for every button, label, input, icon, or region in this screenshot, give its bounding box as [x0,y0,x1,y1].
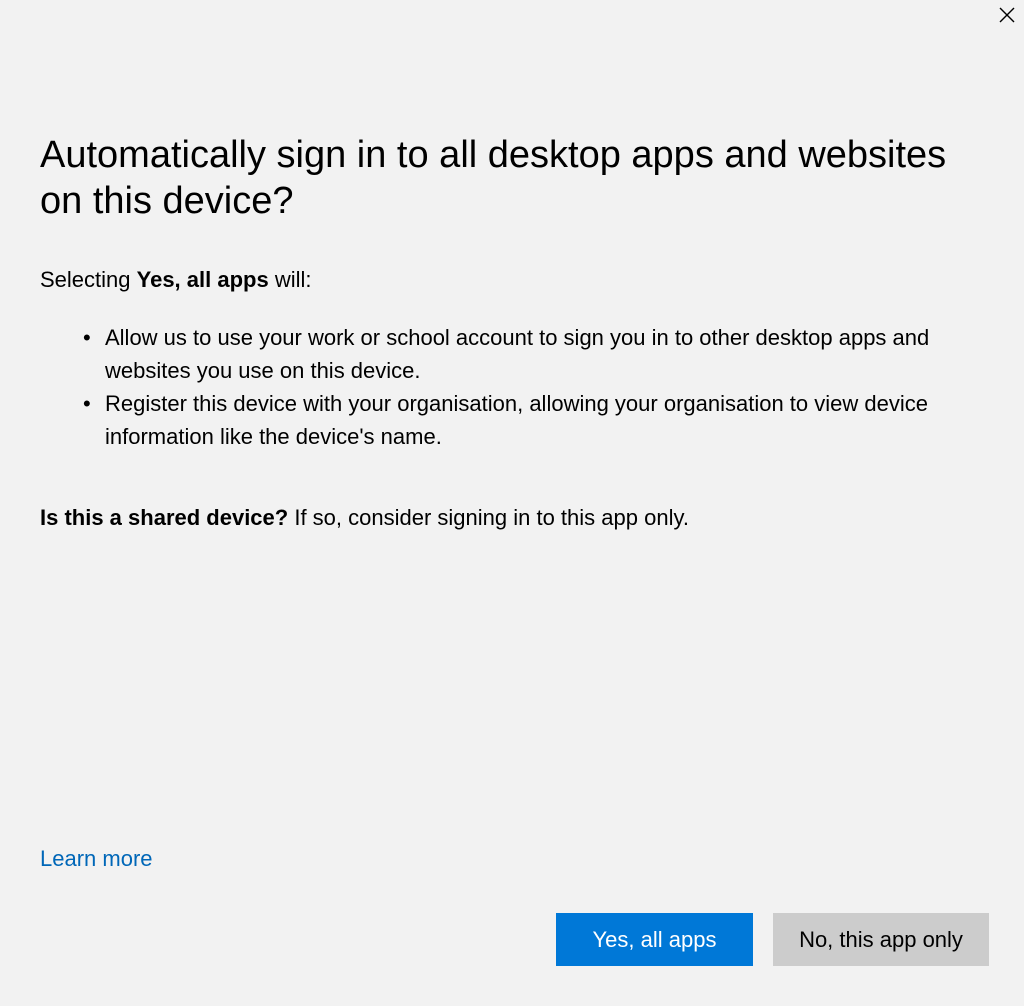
close-button[interactable] [990,0,1024,30]
shared-device-question: Is this a shared device? [40,505,289,530]
shared-device-advice: If so, consider signing in to this app o… [288,505,689,530]
bullet-dot: • [83,391,91,416]
no-this-app-only-button[interactable]: No, this app only [773,913,989,966]
close-icon [999,7,1015,23]
shared-device-note: Is this a shared device? If so, consider… [40,502,689,534]
bullet-dot: • [83,325,91,350]
bullet-text: Register this device with your organisat… [105,391,928,449]
intro-bold: Yes, all apps [136,267,269,292]
bullet-text: Allow us to use your work or school acco… [105,325,930,383]
dialog-title: Automatically sign in to all desktop app… [40,134,947,222]
learn-more-link[interactable]: Learn more [40,843,153,875]
bullet-item: • Register this device with your organis… [40,387,990,453]
yes-all-apps-button[interactable]: Yes, all apps [556,913,753,966]
bullet-list: • Allow us to use your work or school ac… [40,321,990,453]
intro-suffix: will: [268,267,312,292]
bullet-item: • Allow us to use your work or school ac… [40,321,990,387]
intro-prefix: Selecting [40,267,137,292]
intro-text: Selecting Yes, all apps will: [40,264,311,296]
